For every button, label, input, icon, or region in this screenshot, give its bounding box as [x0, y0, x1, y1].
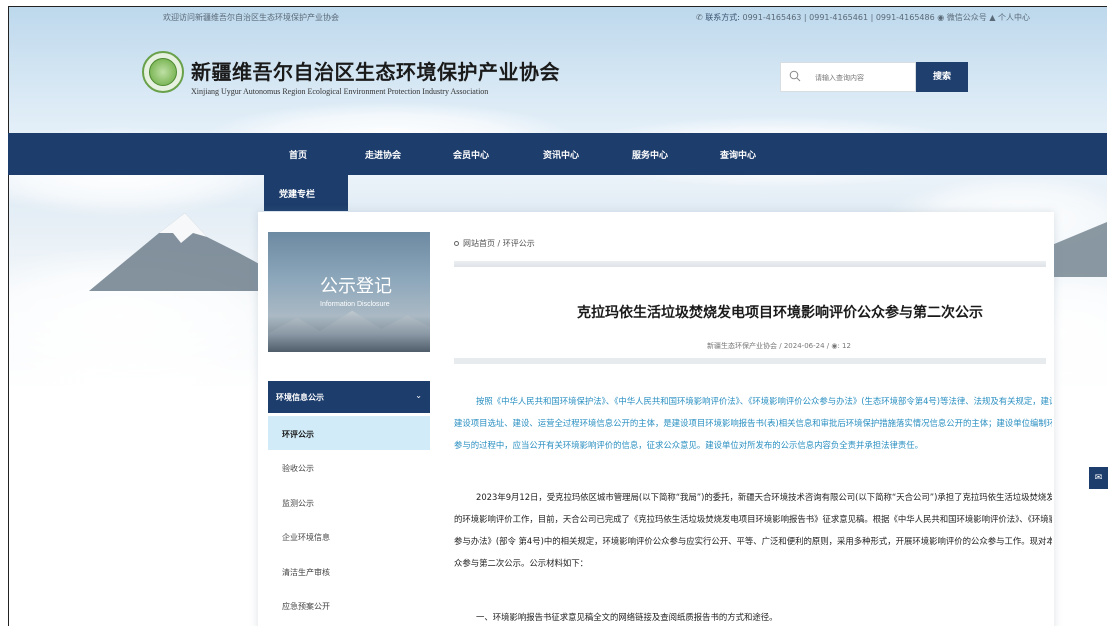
search-icon	[789, 70, 801, 82]
welcome-text: 欢迎访问新疆维吾尔自治区生态环境保护产业协会	[163, 13, 339, 22]
article-paragraph-body: 2023年9月12日，受克拉玛依区城市管理局(以下简称“我局”)的委托，新疆天合…	[454, 486, 1052, 574]
nav-item-about[interactable]: 走进协会	[365, 148, 401, 161]
wechat-link[interactable]: 微信公众号	[947, 13, 987, 22]
paragraph-line: 的环境影响评价工作，目前，天合公司已完成了《克拉玛依生活垃圾焚烧发电项目环境影响…	[454, 514, 1052, 524]
site-title[interactable]: 新疆维吾尔自治区生态环境保护产业协会	[191, 56, 560, 85]
article-paragraph-intro: 按照《中华人民共和国环境保护法》、《中华人民共和国环境影响评价法》、《环境影响评…	[454, 390, 1052, 456]
sidebar-item-monitoring[interactable]: 监测公示	[282, 498, 314, 509]
nav-item-services[interactable]: 服务中心	[632, 148, 668, 161]
divider	[454, 261, 1046, 267]
paragraph-line: 建设项目选址、建设、运营全过程环境信息公开的主体，是建设项目环境影响报告书(表)…	[454, 418, 1052, 428]
contact-phones: 0991-4165463 | 0991-4165461 | 0991-41654…	[742, 13, 935, 22]
paragraph-line: 一、环境影响报告书征求意见稿全文的网络链接及查阅纸质报告书的方式和途径。	[476, 612, 778, 622]
sidebar-header-label: 环境信息公示	[276, 393, 324, 402]
search-button[interactable]: 搜索	[916, 62, 968, 92]
breadcrumb: 网站首页 / 环评公示	[454, 238, 535, 249]
search-input[interactable]: 请输入查询内容	[780, 62, 916, 92]
sidebar-item-clean-production[interactable]: 清洁生产审核	[282, 567, 330, 578]
paragraph-line: 参与办法》(部令 第4号)中的相关规定，环境影响评价公众参与应实行公开、平等、广…	[454, 536, 1052, 546]
chevron-down-icon: ⌄	[415, 391, 422, 400]
breadcrumb-current[interactable]: 环评公示	[503, 239, 535, 248]
banner-mountains	[268, 310, 430, 352]
sidebar-item-enterprise-info[interactable]: 企业环境信息	[282, 532, 330, 543]
site-subtitle: Xinjiang Uygur Autonomus Region Ecologic…	[191, 87, 489, 96]
paragraph-line: 2023年9月12日，受克拉玛依区城市管理局(以下简称“我局”)的委托，新疆天合…	[476, 492, 1052, 502]
location-icon	[454, 241, 459, 246]
breadcrumb-separator: /	[497, 239, 501, 248]
nav-item-party[interactable]: 党建专栏	[264, 175, 348, 211]
search-placeholder: 请输入查询内容	[815, 74, 864, 82]
sidebar-header[interactable]: 环境信息公示 ⌄	[268, 381, 430, 413]
main-nav: 首页 走进协会 会员中心 资讯中心 服务中心 查询中心	[8, 133, 1107, 175]
association-logo[interactable]	[142, 51, 184, 93]
divider	[454, 358, 1046, 364]
article-paragraph-section: 一、环境影响报告书征求意见稿全文的网络链接及查阅纸质报告书的方式和途径。	[454, 606, 1052, 626]
contact-info: ✆ 联系方式: 0991-4165463 | 0991-4165461 | 09…	[696, 12, 1030, 23]
paragraph-line: 按照《中华人民共和国环境保护法》、《中华人民共和国环境影响评价法》、《环境影响评…	[476, 396, 1052, 406]
sidebar-item-active[interactable]: 环评公示	[268, 416, 430, 450]
wechat-icon[interactable]: ◉	[937, 13, 947, 22]
logo-emblem	[149, 58, 177, 86]
paragraph-line: 参与的过程中，应当公开有关环境影响评价的信息，征求公众意见。建设单位对所发布的公…	[454, 440, 923, 450]
nav-item-news[interactable]: 资讯中心	[543, 148, 579, 161]
user-icon[interactable]: ▲	[989, 13, 998, 22]
banner-title: 公示登记	[320, 276, 392, 296]
paragraph-line: 众参与第二次公示。公示材料如下：	[454, 558, 588, 568]
sidebar-item-acceptance[interactable]: 验收公示	[282, 463, 314, 474]
user-center-link[interactable]: 个人中心	[998, 13, 1030, 22]
article-title: 克拉玛依生活垃圾焚烧发电项目环境影响评价公众参与第二次公示	[577, 305, 983, 321]
nav-item-query[interactable]: 查询中心	[720, 148, 756, 161]
banner-subtitle: Information Disclosure	[320, 301, 390, 308]
section-banner: 公示登记 Information Disclosure	[268, 232, 430, 352]
sidebar-item-emergency-plan[interactable]: 应急预案公开	[282, 601, 330, 612]
article-meta: 新疆生态环保产业协会 / 2024-06-24 / ◉: 12	[707, 342, 851, 350]
nav-item-members[interactable]: 会员中心	[453, 148, 489, 161]
phone-icon: ✆	[696, 13, 703, 22]
breadcrumb-home[interactable]: 网站首页	[463, 239, 495, 248]
nav-item-home[interactable]: 首页	[289, 148, 307, 161]
top-bar: 欢迎访问新疆维吾尔自治区生态环境保护产业协会 ✆ 联系方式: 0991-4165…	[8, 6, 1108, 28]
contact-label: 联系方式:	[705, 13, 740, 22]
float-contact-button[interactable]: ✉	[1089, 467, 1108, 489]
